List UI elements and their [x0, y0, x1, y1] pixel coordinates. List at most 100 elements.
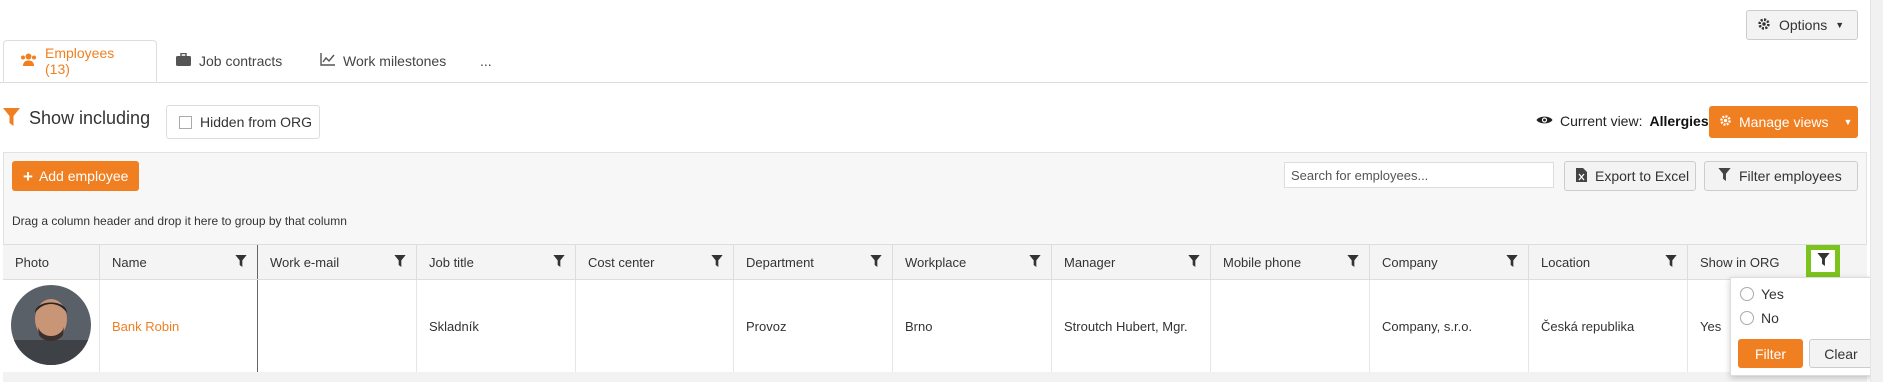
- cell-value: Brno: [905, 318, 933, 334]
- show-in-org-filter-popup: Yes No Filter Clear: [1730, 277, 1880, 376]
- column-header-photo[interactable]: Photo: [3, 245, 99, 279]
- column-header-location[interactable]: Location: [1528, 245, 1687, 279]
- cell-location: Česká republika: [1528, 280, 1687, 372]
- radio-no-option[interactable]: No: [1740, 310, 1779, 326]
- caret-down-icon: ▼: [1835, 20, 1845, 30]
- radio-yes-option[interactable]: Yes: [1740, 286, 1784, 302]
- filter-bar-title: Show including: [29, 108, 151, 128]
- hidden-from-org-toggle[interactable]: Hidden from ORG: [166, 105, 320, 139]
- add-employee-button[interactable]: + Add employee: [12, 161, 139, 191]
- table-row[interactable]: Bank Robin Skladník Provoz Brno Stroutch…: [3, 280, 1867, 372]
- column-filter-icon[interactable]: [711, 255, 723, 270]
- cell-value: Company, s.r.o.: [1382, 318, 1473, 334]
- tab-label: ...: [480, 53, 492, 69]
- tab-label: Employees (13): [45, 45, 115, 77]
- column-label: Show in ORG: [1700, 254, 1780, 270]
- current-view: Current view: Allergies: [1536, 113, 1709, 129]
- show-in-org-filter-button[interactable]: [1806, 245, 1840, 277]
- current-view-name: Allergies: [1649, 113, 1709, 129]
- column-filter-icon[interactable]: [553, 255, 565, 270]
- employee-name-link[interactable]: Bank Robin: [112, 319, 179, 334]
- column-filter-icon[interactable]: [1188, 255, 1200, 270]
- radio-button[interactable]: [1740, 287, 1754, 301]
- radio-no-label: No: [1761, 310, 1779, 326]
- column-filter-icon[interactable]: [1506, 255, 1518, 270]
- column-label: Company: [1382, 254, 1438, 270]
- users-icon: [20, 53, 37, 69]
- column-filter-icon[interactable]: [1347, 255, 1359, 270]
- column-header-department[interactable]: Department: [733, 245, 892, 279]
- tab-work-milestones[interactable]: Work milestones: [320, 40, 446, 82]
- vertical-scrollbar[interactable]: [1870, 0, 1883, 382]
- cell-workplace: Brno: [892, 280, 1051, 372]
- tab-label: Work milestones: [343, 53, 447, 69]
- column-header-manager[interactable]: Manager: [1051, 245, 1210, 279]
- column-header-workplace[interactable]: Workplace: [892, 245, 1051, 279]
- export-excel-button[interactable]: Export to Excel: [1564, 161, 1696, 191]
- cell-photo: [3, 280, 99, 372]
- cell-manager: Stroutch Hubert, Mgr.: [1051, 280, 1210, 372]
- grid-header: Photo Name Work e-mail Job title Cost ce…: [3, 244, 1867, 280]
- column-header-work-email[interactable]: Work e-mail: [257, 245, 416, 279]
- chart-line-icon: [320, 53, 335, 69]
- cell-mobile: [1210, 280, 1369, 372]
- column-label: Name: [112, 254, 147, 270]
- group-by-hint: Drag a column header and drop it here to…: [12, 214, 347, 228]
- cell-value: Yes: [1700, 318, 1722, 334]
- column-label: Cost center: [588, 254, 655, 270]
- hidden-from-org-label: Hidden from ORG: [200, 114, 313, 130]
- options-button[interactable]: Options ▼: [1746, 10, 1858, 40]
- column-header-show-in-org[interactable]: Show in ORG: [1687, 245, 1867, 279]
- cell-cost-center: [575, 280, 733, 372]
- tab-more[interactable]: ...: [480, 40, 492, 82]
- column-filter-icon[interactable]: [870, 255, 882, 270]
- export-label: Export to Excel: [1595, 168, 1690, 184]
- column-header-name[interactable]: Name: [99, 245, 257, 279]
- clear-filter-button[interactable]: Clear: [1809, 339, 1873, 368]
- employee-search-input[interactable]: Search for employees...: [1284, 162, 1554, 188]
- tab-job-contracts[interactable]: Job contracts: [176, 40, 282, 82]
- column-label: Workplace: [905, 254, 967, 270]
- eye-icon: [1536, 113, 1553, 129]
- cell-name[interactable]: Bank Robin: [99, 280, 257, 372]
- filter-bar: Show including: [3, 108, 150, 129]
- manage-views-button[interactable]: Manage views ▼: [1709, 106, 1858, 138]
- column-label: Location: [1541, 254, 1591, 270]
- tab-bar: Employees (13) Job contracts Work milest…: [0, 38, 1868, 83]
- column-label: Work e-mail: [270, 254, 340, 270]
- excel-file-icon: [1576, 167, 1587, 185]
- column-label: Department: [746, 254, 814, 270]
- plus-icon: +: [23, 166, 33, 186]
- column-filter-icon[interactable]: [235, 255, 247, 270]
- cell-job-title: Skladník: [416, 280, 575, 372]
- options-label: Options: [1779, 17, 1828, 33]
- checkbox[interactable]: [179, 115, 192, 129]
- column-filter-icon[interactable]: [1665, 255, 1677, 270]
- column-header-job-title[interactable]: Job title: [416, 245, 575, 279]
- tab-label: Job contracts: [199, 53, 283, 69]
- column-header-company[interactable]: Company: [1369, 245, 1528, 279]
- cell-value: Skladník: [429, 318, 479, 334]
- cell-value: Stroutch Hubert, Mgr.: [1064, 318, 1188, 334]
- column-filter-icon[interactable]: [394, 255, 406, 270]
- tab-employees[interactable]: Employees (13): [3, 40, 157, 82]
- table-row-partial: [3, 372, 1867, 382]
- column-filter-icon[interactable]: [1029, 255, 1041, 270]
- briefcase-icon: [176, 52, 191, 69]
- column-label: Photo: [15, 254, 49, 270]
- cell-department: Provoz: [733, 280, 892, 372]
- gear-icon: [1757, 17, 1771, 34]
- radio-yes-label: Yes: [1761, 286, 1784, 302]
- column-header-cost-center[interactable]: Cost center: [575, 245, 733, 279]
- cell-value: Česká republika: [1541, 318, 1635, 334]
- column-label: Mobile phone: [1223, 254, 1302, 270]
- column-header-mobile-phone[interactable]: Mobile phone: [1210, 245, 1369, 279]
- cell-work-email: [257, 280, 416, 372]
- apply-filter-button[interactable]: Filter: [1738, 339, 1803, 368]
- radio-button[interactable]: [1740, 311, 1754, 325]
- current-view-prefix: Current view:: [1560, 113, 1643, 129]
- search-placeholder: Search for employees...: [1291, 167, 1429, 183]
- filter-employees-button[interactable]: Filter employees: [1704, 161, 1858, 191]
- cell-value: Provoz: [746, 318, 787, 334]
- filter-employees-label: Filter employees: [1739, 168, 1842, 184]
